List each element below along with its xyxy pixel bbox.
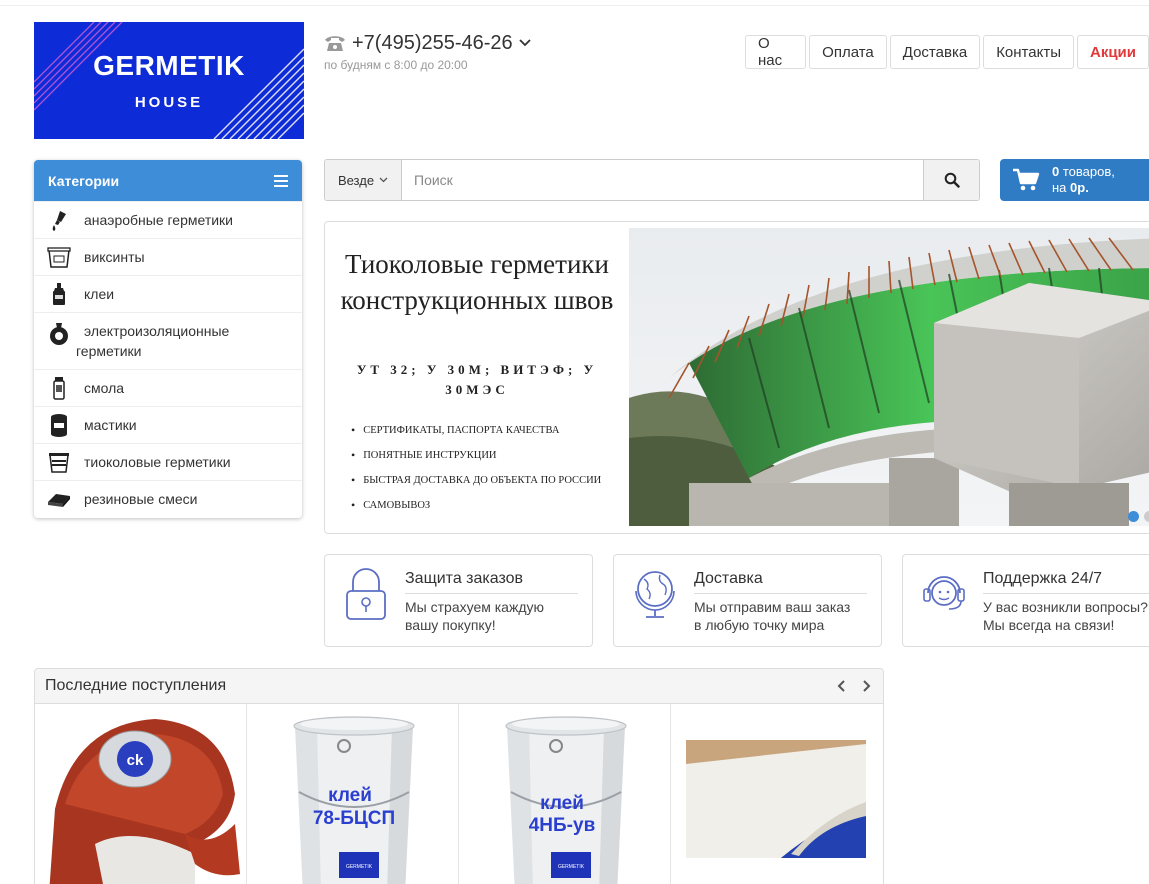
working-hours: по будням с 8:00 до 20:00 — [324, 58, 468, 72]
product-image-paper-sheets — [671, 704, 883, 884]
category-rubber-compounds[interactable]: резиновые смеси — [34, 480, 302, 517]
categories-header[interactable]: Категории — [34, 160, 302, 201]
product-image-glue-bucket: клей 78-БЦСП GERMETIK — [247, 704, 458, 884]
nav-delivery[interactable]: Доставка — [889, 35, 981, 69]
feature-order-protection: Защита заказов Мы страхуем каждую вашу п… — [324, 554, 593, 647]
phone-icon — [325, 36, 345, 51]
nav-contacts[interactable]: Контакты — [983, 35, 1074, 69]
banner-bullet: самовывоз — [351, 493, 601, 518]
search-scope-dropdown[interactable]: Везде — [325, 160, 402, 200]
category-mastics[interactable]: мастики — [34, 406, 302, 443]
search-input[interactable] — [402, 160, 923, 200]
cart-summary: 0 товаров, на 0р. — [1052, 164, 1115, 196]
resin-tube-icon — [53, 377, 65, 400]
chevron-left-icon[interactable] — [835, 679, 849, 693]
feature-text: Мы страхуем каждую вашу покупку! — [405, 599, 544, 633]
globe-icon — [635, 571, 675, 618]
cart-count-suffix: товаров, — [1059, 164, 1115, 179]
glue-bottle-icon — [53, 283, 65, 305]
product-card[interactable] — [671, 704, 883, 884]
product-label-1: клей — [328, 785, 372, 806]
product-card[interactable]: клей 4НБ-ув GERMETIK — [459, 704, 671, 884]
top-border — [0, 0, 1149, 6]
phone-dropdown[interactable]: +7(495)255-46-26 — [324, 30, 531, 56]
nav-about[interactable]: О нас — [745, 35, 807, 69]
thiokol-bucket-icon — [49, 453, 69, 473]
product-card[interactable]: клей 78-БЦСП GERMETIK — [247, 704, 459, 884]
product-label-2: 4НБ-ув — [529, 815, 596, 836]
cart-button[interactable]: 0 товаров, на 0р. — [1000, 159, 1149, 201]
latest-title: Последние поступления — [45, 677, 227, 694]
phone-block: +7(495)255-46-26 по будням с 8:00 до 20:… — [324, 30, 531, 72]
category-thiokol-sealants[interactable]: тиоколовые герметики — [34, 443, 302, 480]
sealant-drop-icon — [52, 211, 66, 231]
categories-menu: Категории анаэробные герметики виксинты … — [34, 160, 302, 518]
chevron-right-icon[interactable] — [859, 679, 873, 693]
logo-subtext: HOUSE — [134, 94, 204, 111]
phone-number[interactable]: +7(495)255-46-26 — [352, 32, 513, 55]
product-logo: ck — [127, 752, 144, 769]
top-navigation: О нас Оплата Доставка Контакты Акции — [745, 35, 1149, 69]
banner-bullets: сертификаты, паспорта качества понятные … — [351, 418, 601, 518]
menu-icon[interactable] — [274, 174, 288, 187]
category-resin[interactable]: смола — [34, 369, 302, 406]
feature-title: Поддержка 24/7 — [983, 570, 1149, 594]
feature-support: Поддержка 24/7 У вас возникли вопросы? М… — [902, 554, 1149, 647]
product-card[interactable]: ck — [35, 704, 247, 884]
product-image-glue-bucket: клей 4НБ-ув GERMETIK — [459, 704, 670, 884]
bucket-icon — [47, 247, 71, 268]
chevron-down-icon[interactable] — [519, 38, 531, 48]
product-brand: GERMETIK — [346, 864, 373, 870]
feature-delivery: Доставка Мы отправим ваш заказ в любую т… — [613, 554, 882, 647]
bridge-photo — [629, 228, 1149, 526]
insulating-sealant-icon — [50, 323, 68, 345]
headset-support-icon — [923, 576, 965, 610]
banner-bullet: сертификаты, паспорта качества — [351, 418, 601, 443]
carousel-arrows — [835, 679, 873, 693]
slider-dot[interactable] — [1144, 511, 1149, 522]
search-icon — [944, 172, 960, 188]
category-glues[interactable]: клеи — [34, 275, 302, 312]
categories-title: Категории — [48, 172, 120, 189]
product-image-red-tape: ck — [35, 704, 246, 884]
site-logo[interactable]: GERMETIK HOUSE — [34, 22, 304, 139]
product-brand: GERMETIK — [558, 864, 585, 870]
cart-sum-prefix: на — [1052, 180, 1071, 195]
latest-products: Последние поступления ck клей 78-БЦСП GE… — [34, 668, 884, 884]
banner-subtitle: УТ 32; У 30М; ВИТЭФ; У 30МЭС — [356, 362, 598, 397]
category-viksints[interactable]: виксинты — [34, 238, 302, 275]
padlock-icon — [346, 568, 386, 620]
category-anaerobic-sealants[interactable]: анаэробные герметики — [34, 201, 302, 238]
feature-title: Доставка — [694, 570, 867, 594]
category-electro-insulating-sealants[interactable]: электроизоляционные герметики — [34, 312, 302, 369]
banner-bullet: быстрая доставка до объекта по России — [351, 468, 601, 493]
feature-title: Защита заказов — [405, 570, 578, 594]
product-label-1: клей — [540, 793, 584, 814]
banner-title: Тиоколовые герметики конструкционных шво… — [340, 249, 614, 315]
banner-text: Тиоколовые герметики конструкционных шво… — [325, 222, 629, 533]
slider-dot-active[interactable] — [1128, 511, 1139, 522]
banner-bullet: понятные инструкции — [351, 443, 601, 468]
feature-text: У вас возникли вопросы? Мы всегда на свя… — [983, 599, 1148, 633]
mastic-can-icon — [51, 414, 67, 437]
search-bar: Везде — [324, 159, 980, 201]
chevron-down-icon — [379, 177, 388, 183]
feature-text: Мы отправим ваш заказ в любую точку мира — [694, 599, 851, 633]
product-label-2: 78-БЦСП — [313, 808, 395, 829]
rubber-compound-icon — [48, 494, 70, 507]
promo-banner[interactable]: Тиоколовые герметики конструкционных шво… — [324, 221, 1149, 534]
latest-header: Последние поступления — [35, 669, 883, 704]
cart-sum: 0р. — [1070, 180, 1089, 195]
logo-text: GERMETIK — [93, 50, 245, 81]
cart-icon — [1013, 168, 1040, 191]
nav-payment[interactable]: Оплата — [809, 35, 887, 69]
product-list: ck клей 78-БЦСП GERMETIK клей 4НБ-ув GER… — [35, 704, 883, 884]
search-button[interactable] — [923, 160, 979, 200]
nav-promotions[interactable]: Акции — [1076, 35, 1149, 69]
search-scope-label: Везде — [337, 172, 375, 188]
